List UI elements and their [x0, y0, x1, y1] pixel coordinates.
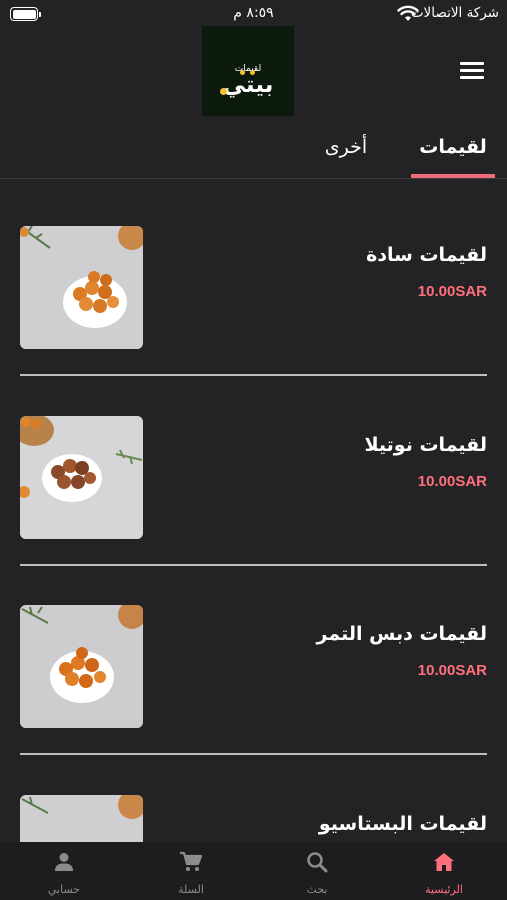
- nav-search[interactable]: بحث: [267, 842, 367, 900]
- nav-cart-label: السلة: [178, 883, 204, 896]
- cart-icon: [180, 851, 203, 871]
- product-name: لقيمات البستاسيو: [318, 813, 487, 835]
- status-bar: ٨:٥٩ م شركة الاتصالات: [0, 0, 507, 28]
- nav-cart[interactable]: السلة: [141, 842, 241, 900]
- app-screen: ٨:٥٩ م شركة الاتصالات لقيمات بيتي لقيمات…: [0, 0, 507, 900]
- home-icon: [434, 853, 454, 871]
- product-price: 10.00SAR: [417, 473, 487, 490]
- product-name: لقيمات نوتيلا: [364, 434, 487, 456]
- nav-search-label: بحث: [306, 883, 328, 896]
- logo-main-text: بيتي: [222, 72, 274, 98]
- nav-account-label: حسابي: [47, 883, 81, 896]
- nav-home-label: الرئيسية: [425, 883, 463, 896]
- carrier-name: شركة الاتصالات: [410, 5, 499, 21]
- product-item[interactable]: لقيمات نوتيلا 10.00SAR: [0, 416, 507, 566]
- hamburger-menu-icon[interactable]: [460, 62, 486, 82]
- nav-account[interactable]: حسابي: [14, 842, 114, 900]
- product-image: [20, 605, 143, 728]
- product-image: [20, 416, 143, 539]
- person-icon: [55, 853, 73, 871]
- product-name: لقيمات دبس التمر: [316, 623, 487, 645]
- product-price: 10.00SAR: [417, 283, 487, 300]
- tab-other[interactable]: أخرى: [320, 136, 372, 158]
- bottom-nav: الرئيسية بحث السلة حسابي: [0, 842, 507, 900]
- app-logo: لقيمات بيتي: [202, 26, 294, 116]
- product-image: [20, 226, 143, 349]
- nav-home[interactable]: الرئيسية: [394, 842, 494, 900]
- list-divider: [20, 374, 487, 376]
- search-icon: [307, 852, 328, 873]
- product-item[interactable]: لقيمات دبس التمر 10.00SAR: [0, 605, 507, 755]
- product-item[interactable]: لقيمات سادة 10.00SAR: [0, 226, 507, 376]
- tabs-divider: [0, 178, 507, 179]
- product-price: 10.00SAR: [417, 662, 487, 679]
- list-divider: [20, 564, 487, 566]
- list-divider: [20, 753, 487, 755]
- product-name: لقيمات سادة: [366, 244, 487, 266]
- tab-luqaimat[interactable]: لقيمات: [411, 136, 495, 158]
